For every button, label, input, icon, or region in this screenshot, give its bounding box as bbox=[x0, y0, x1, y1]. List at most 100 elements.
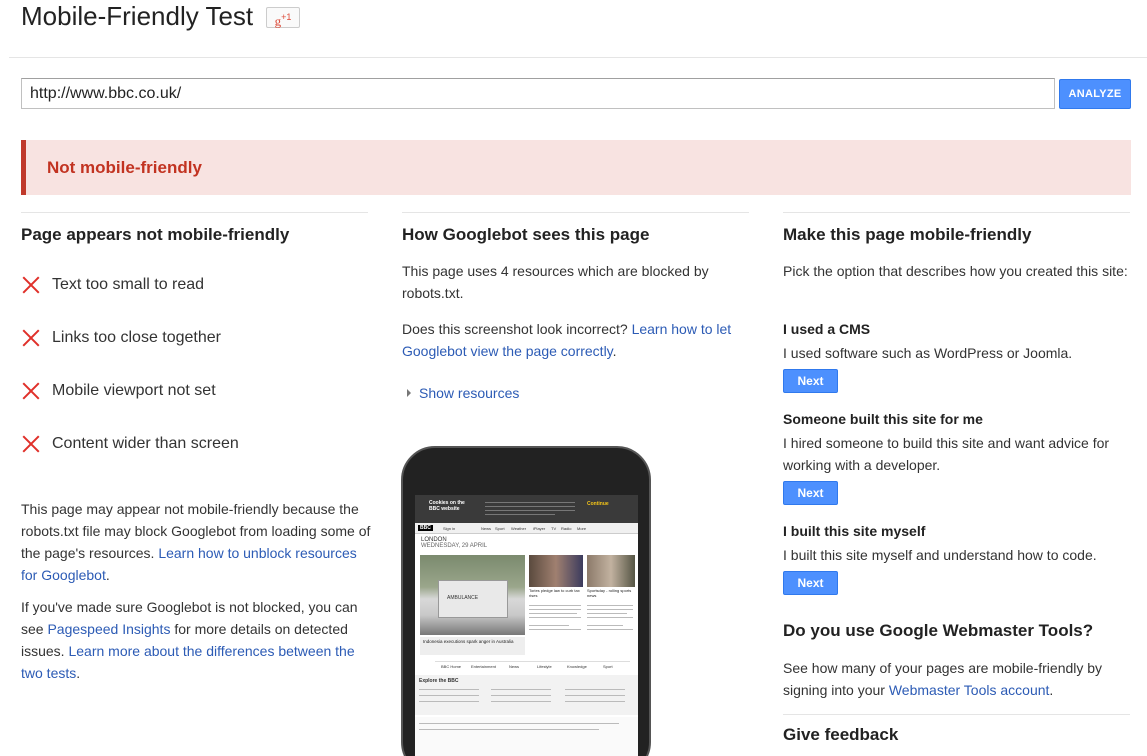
mid-col-divider bbox=[402, 212, 749, 213]
wmt-note: See how many of your pages are mobile-fr… bbox=[783, 660, 1103, 698]
section-tab: Lifestyle bbox=[537, 664, 552, 669]
issue-label: Text too small to read bbox=[52, 276, 205, 293]
van-text: AMBULANCE bbox=[447, 595, 479, 601]
issue-item: Content wider than screen bbox=[21, 433, 239, 455]
pagespeed-insights-link[interactable]: Pagespeed Insights bbox=[47, 621, 170, 637]
cookie-continue: Continue bbox=[587, 501, 609, 507]
page-title: Mobile-Friendly Test bbox=[21, 1, 254, 31]
news-caption-main: Indonesia executions spark anger in Aust… bbox=[420, 637, 525, 655]
text-line bbox=[565, 689, 625, 690]
text-line bbox=[419, 729, 599, 730]
next-button-developer[interactable]: Next bbox=[783, 481, 838, 505]
cookie-line bbox=[485, 510, 575, 511]
option-desc-developer: I hired someone to build this site and w… bbox=[783, 435, 1110, 473]
feedback-heading[interactable]: Give feedback bbox=[783, 725, 898, 745]
news-photo-main: AMBULANCE bbox=[420, 555, 525, 635]
news-caption-b: Tories pledge law to curb tax rises bbox=[529, 588, 580, 598]
incorrect-text: Does this screenshot look incorrect? bbox=[402, 321, 628, 337]
issue-item: Mobile viewport not set bbox=[21, 380, 216, 402]
nav-item: Weather bbox=[511, 526, 527, 531]
nav-item: Radio bbox=[561, 526, 572, 531]
option-desc-self: I built this site myself and understand … bbox=[783, 547, 1097, 563]
webmaster-tools-link[interactable]: Webmaster Tools account bbox=[889, 682, 1050, 698]
section-tab: Knowledge bbox=[567, 664, 587, 669]
option-title-cms: I used a CMS bbox=[783, 321, 871, 337]
issue-label: Links too close together bbox=[52, 329, 221, 346]
issue-label: Mobile viewport not set bbox=[52, 382, 216, 399]
bbc-footer bbox=[415, 717, 638, 756]
error-x-icon bbox=[21, 328, 41, 348]
error-x-icon bbox=[21, 275, 41, 295]
text-line bbox=[419, 701, 479, 702]
text-line bbox=[587, 609, 633, 610]
analyze-button[interactable]: ANALYZE bbox=[1059, 79, 1131, 109]
left-col-heading: Page appears not mobile-friendly bbox=[21, 225, 290, 244]
wmt-heading: Do you use Google Webmaster Tools? bbox=[783, 621, 1094, 640]
bbc-logo: BBC bbox=[418, 525, 433, 531]
explore-title: Explore the BBC bbox=[419, 678, 459, 684]
url-input[interactable] bbox=[21, 78, 1055, 109]
section-tab: News bbox=[509, 664, 520, 669]
news-photo-politics bbox=[529, 555, 583, 587]
text-line bbox=[565, 701, 625, 702]
section-tab: BBC Home bbox=[441, 664, 462, 669]
text-line bbox=[587, 613, 627, 614]
differences-link[interactable]: Learn more about the differences between… bbox=[21, 643, 355, 681]
robots-note: This page may appear not mobile-friendly… bbox=[21, 501, 371, 583]
text-line bbox=[529, 629, 581, 630]
text-line bbox=[491, 701, 551, 702]
mid-col-heading: How Googlebot sees this page bbox=[402, 225, 650, 244]
text-line bbox=[587, 605, 633, 606]
cookie-title: Cookies on the BBC website bbox=[429, 500, 465, 512]
text-line bbox=[419, 695, 479, 696]
nav-item: Sign in bbox=[443, 526, 456, 531]
option-title-self: I built this site myself bbox=[783, 523, 926, 539]
text-line bbox=[529, 613, 577, 614]
google-plus-button[interactable]: g+1 bbox=[266, 7, 300, 28]
header-divider bbox=[9, 57, 1147, 58]
nav-item: News bbox=[481, 526, 492, 531]
news-caption-c: Sportsday - rolling sports news bbox=[587, 588, 632, 598]
bbc-section-tabs: BBC Home Entertainment News Lifestyle Kn… bbox=[435, 661, 630, 669]
cookie-line bbox=[485, 514, 555, 515]
feedback-divider bbox=[783, 714, 1130, 715]
option-intro: Pick the option that describes how you c… bbox=[783, 263, 1128, 279]
error-x-icon bbox=[21, 381, 41, 401]
text-line bbox=[529, 625, 569, 626]
issue-item: Text too small to read bbox=[21, 274, 204, 296]
text-line bbox=[529, 609, 581, 610]
bbc-date: WEDNESDAY, 29 APRIL bbox=[421, 543, 488, 549]
next-button-self[interactable]: Next bbox=[783, 571, 838, 595]
expand-triangle-icon bbox=[407, 389, 411, 397]
ambulance-shape: AMBULANCE bbox=[438, 580, 508, 618]
result-banner: Not mobile-friendly bbox=[21, 140, 1131, 195]
blocked-resources-text: This page uses 4 resources which are blo… bbox=[402, 263, 709, 301]
cookie-line bbox=[485, 506, 575, 507]
text-line bbox=[529, 605, 581, 606]
next-button-cms[interactable]: Next bbox=[783, 369, 838, 393]
pagespeed-note: If you've made sure Googlebot is not blo… bbox=[21, 599, 358, 681]
issue-label: Content wider than screen bbox=[52, 435, 239, 452]
news-photo-sport bbox=[587, 555, 635, 587]
show-resources-label: Show resources bbox=[419, 385, 520, 401]
text-line bbox=[491, 689, 551, 690]
screenshot-incorrect-note: Does this screenshot look incorrect? Lea… bbox=[402, 321, 732, 359]
right-col-divider bbox=[783, 212, 1130, 213]
option-title-developer: Someone built this site for me bbox=[783, 411, 983, 427]
cookie-banner: Cookies on the BBC website Continue bbox=[415, 495, 638, 523]
text-line bbox=[419, 689, 479, 690]
nav-item: More bbox=[577, 526, 587, 531]
section-tab: Sport bbox=[603, 664, 613, 669]
text-line bbox=[587, 629, 633, 630]
option-desc-cms: I used software such as WordPress or Joo… bbox=[783, 345, 1073, 361]
show-resources-toggle[interactable]: Show resources bbox=[407, 385, 519, 401]
error-x-icon bbox=[21, 434, 41, 454]
explore-section: Explore the BBC bbox=[415, 675, 638, 715]
text-line bbox=[587, 625, 623, 626]
googlebot-screenshot: Cookies on the BBC website Continue BBC … bbox=[415, 495, 638, 756]
text-line bbox=[419, 723, 619, 724]
cookie-line bbox=[485, 502, 575, 503]
nav-item: TV bbox=[551, 526, 557, 531]
section-tab: Entertainment bbox=[471, 664, 496, 669]
result-status: Not mobile-friendly bbox=[47, 158, 202, 177]
